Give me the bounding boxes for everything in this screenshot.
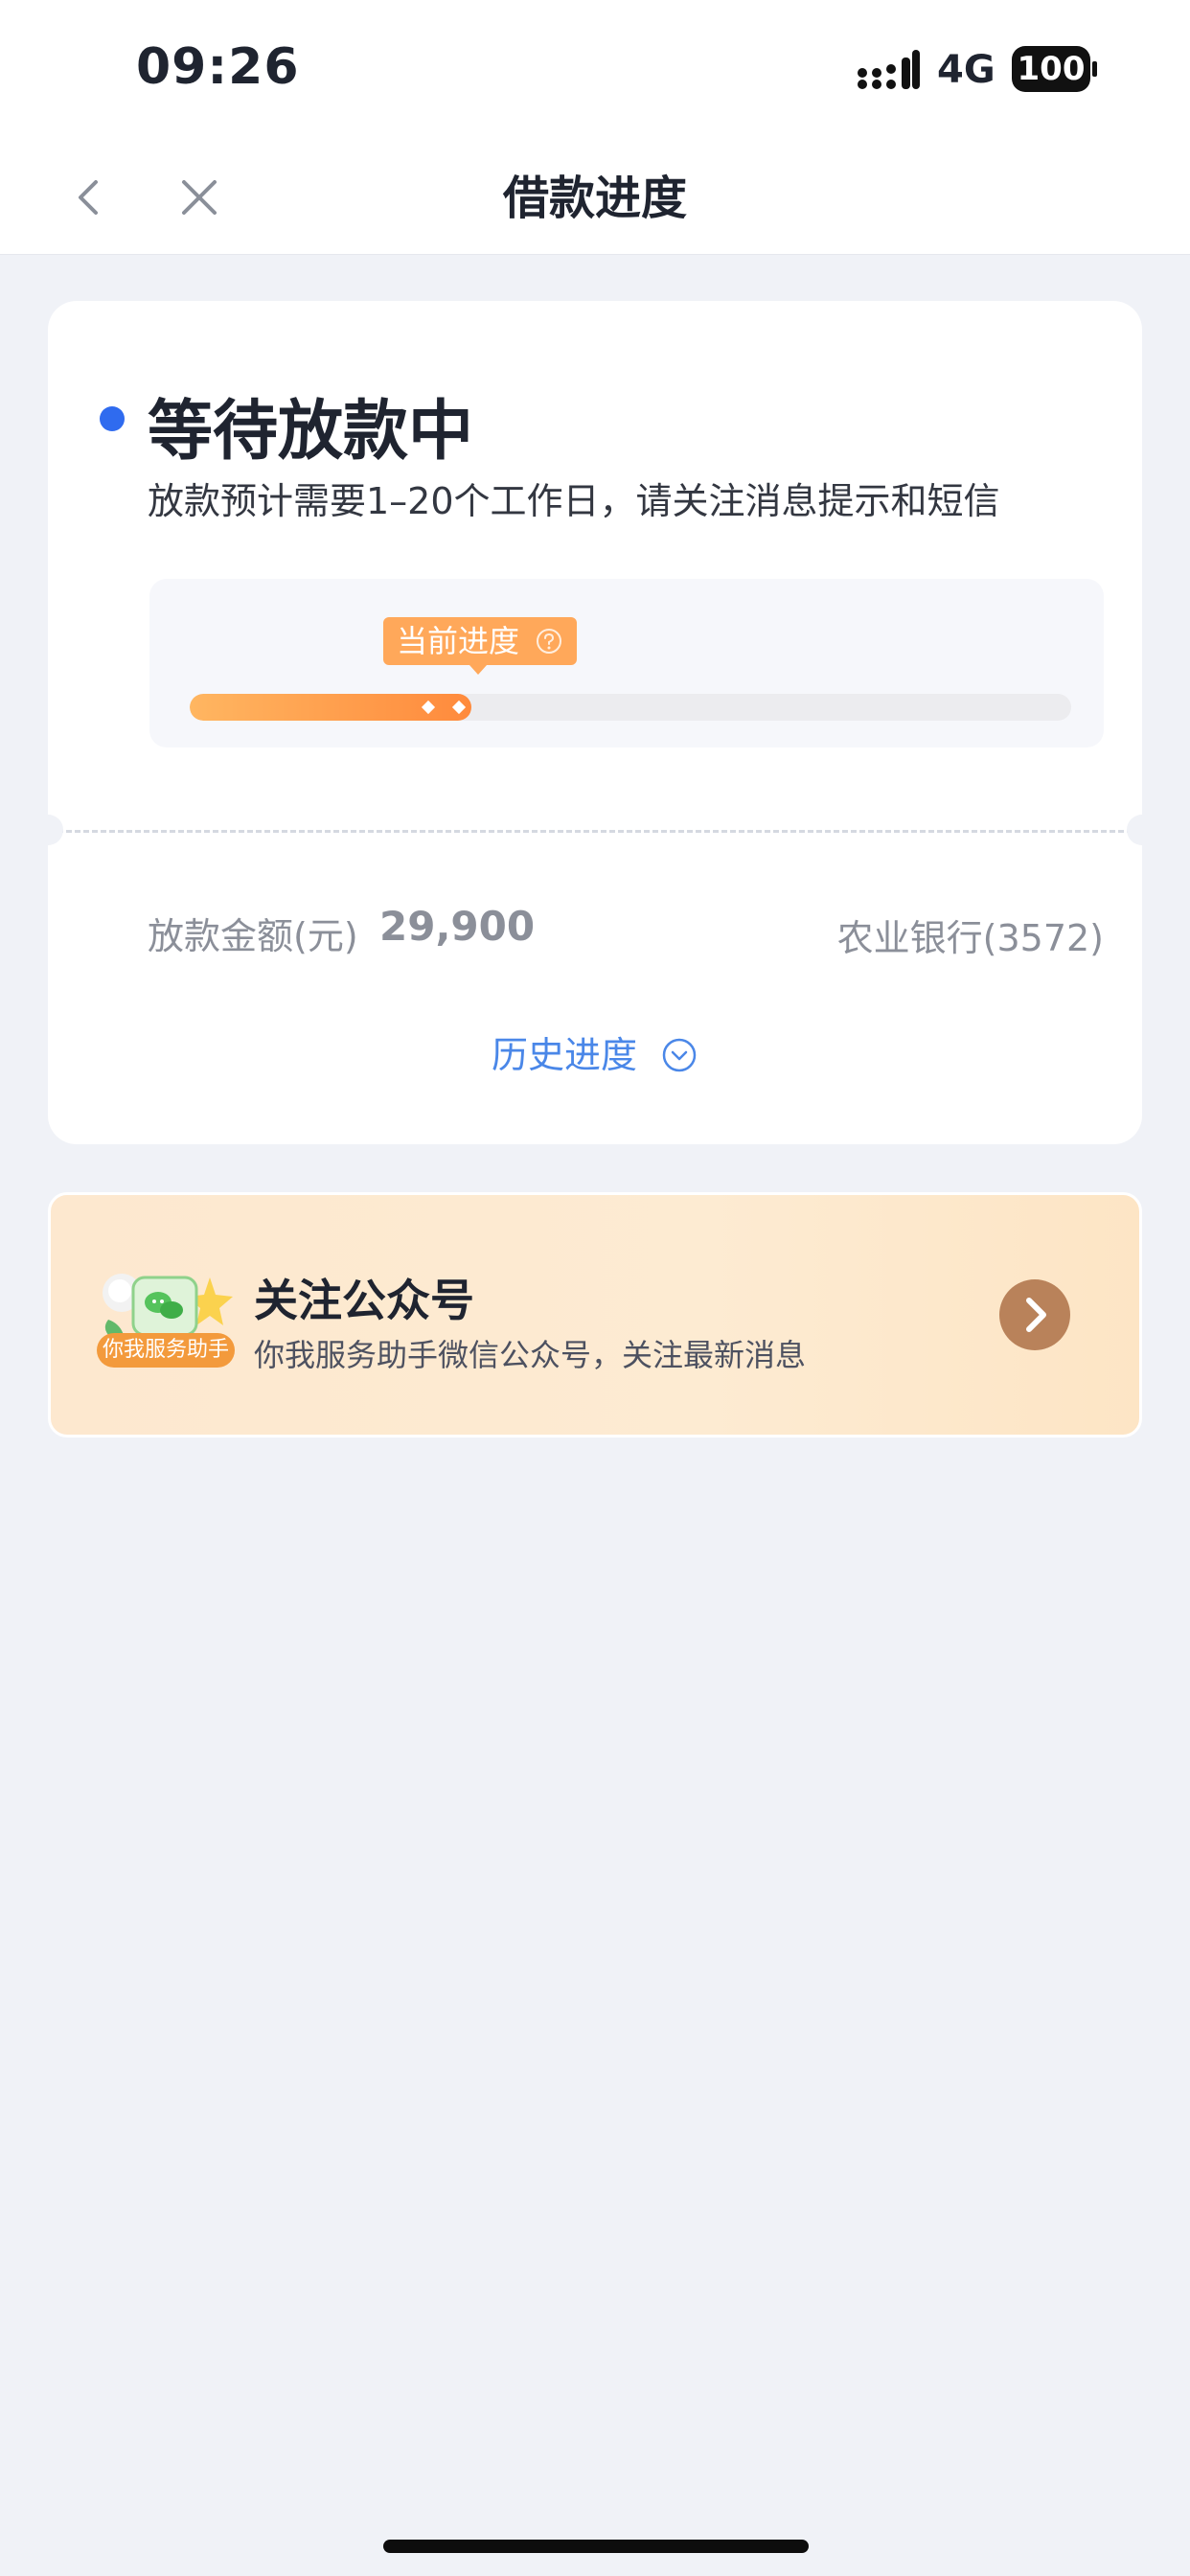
status-bar: 09:26 4G 100 bbox=[0, 0, 1190, 142]
battery-level: 100 bbox=[1017, 50, 1086, 88]
chevron-right-icon[interactable] bbox=[999, 1279, 1070, 1350]
current-progress-tag[interactable]: 当前进度 bbox=[383, 617, 578, 665]
progress-bar bbox=[190, 694, 1071, 721]
history-progress-link[interactable]: 历史进度 bbox=[48, 1025, 1142, 1078]
dashed-divider bbox=[57, 830, 1133, 833]
progress-panel: 当前进度 bbox=[149, 579, 1104, 748]
network-type: 4G bbox=[937, 48, 995, 92]
follow-title: 关注公众号 bbox=[254, 1275, 474, 1326]
question-icon[interactable] bbox=[535, 627, 563, 656]
progress-marker bbox=[422, 700, 436, 715]
bank-account: 农业银行(3572) bbox=[836, 917, 1104, 959]
amount-label: 放款金额(元) bbox=[148, 915, 358, 957]
follow-description: 你我服务助手微信公众号，关注最新消息 bbox=[254, 1337, 807, 1373]
follow-official-account-card[interactable]: 你我服务助手 关注公众号 你我服务助手微信公众号，关注最新消息 bbox=[48, 1192, 1142, 1438]
progress-fill bbox=[190, 694, 472, 721]
progress-marker bbox=[452, 700, 467, 715]
status-description: 放款预计需要1–20个工作日，请关注消息提示和短信 bbox=[148, 480, 1000, 522]
navigation-bar: 借款进度 bbox=[0, 142, 1190, 255]
loan-status-card: 等待放款中 放款预计需要1–20个工作日，请关注消息提示和短信 当前进度 放款金… bbox=[33, 301, 1157, 1144]
card-notch bbox=[33, 815, 63, 845]
chevron-down-circle-icon bbox=[662, 1038, 697, 1071]
tag-pointer bbox=[469, 665, 487, 675]
assistant-badge: 你我服务助手 bbox=[97, 1333, 235, 1368]
page-title: 借款进度 bbox=[502, 172, 687, 225]
card-notch bbox=[1127, 815, 1157, 845]
history-progress-label: 历史进度 bbox=[491, 1034, 637, 1076]
status-dot bbox=[100, 406, 125, 431]
current-progress-label: 当前进度 bbox=[397, 623, 520, 659]
home-indicator bbox=[383, 2540, 809, 2553]
status-title: 等待放款中 bbox=[148, 394, 474, 470]
status-time: 09:26 bbox=[136, 38, 300, 96]
signal-strength-icon bbox=[858, 50, 920, 89]
amount-value: 29,900 bbox=[379, 903, 536, 950]
